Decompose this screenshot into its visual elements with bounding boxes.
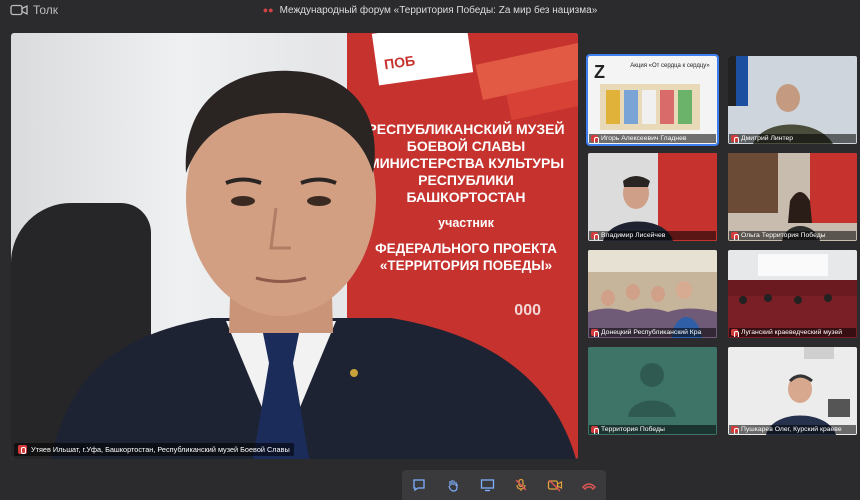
microphone-off-icon	[731, 329, 739, 337]
microphone-button[interactable]	[513, 477, 529, 493]
avatar-placeholder-icon	[628, 363, 676, 417]
camera-off-icon	[547, 479, 563, 492]
participant-tile[interactable]: Луганский краеведческий музей	[728, 250, 857, 338]
participant-label: Ольга Территория Победы	[729, 231, 856, 240]
microphone-off-icon	[731, 135, 739, 143]
participant-label: Пушкарев Олег, Курский краеве	[729, 425, 856, 434]
action-sign: Акция «От сердца к сердцу»	[630, 63, 710, 69]
meeting-title: Международный форум «Территория Победы: …	[279, 5, 598, 16]
video-frame	[728, 250, 857, 338]
participant-label: Игорь Алексеевич Гладнев	[589, 134, 716, 143]
speaker-silhouette	[51, 70, 576, 459]
microphone-off-icon	[591, 426, 599, 434]
handmade-cards	[600, 84, 700, 130]
participant-tile[interactable]: Владимир Лисейчев	[588, 153, 717, 241]
participant-label: Дмитрий Линтер	[729, 134, 856, 143]
participant-label: Владимир Лисейчев	[589, 231, 716, 240]
screen-share-icon	[480, 479, 494, 492]
hang-up-icon	[582, 483, 596, 490]
raise-hand-icon	[448, 480, 458, 492]
microphone-off-icon	[591, 329, 599, 337]
microphone-off-icon	[591, 232, 599, 240]
raise-hand-button[interactable]	[445, 477, 461, 493]
participant-tile[interactable]: Пушкарев Олег, Курский краеве	[728, 347, 857, 435]
participant-tile[interactable]: Ольга Территория Победы	[728, 153, 857, 241]
top-bar: Толк ●● Международный форум «Территория П…	[0, 0, 860, 22]
microphone-off-icon	[591, 135, 599, 143]
participant-label: Территория Победы	[589, 425, 716, 434]
main-speaker-video[interactable]: ПОБ РЕСПУБЛИКАНСКИЙ МУЗЕЙ БОЕВОЙ СЛАВЫ М…	[11, 33, 578, 459]
z-logo: Z	[594, 62, 605, 82]
screen-share-button[interactable]	[479, 477, 495, 493]
video-frame	[603, 153, 717, 241]
call-toolbar	[402, 470, 606, 500]
microphone-off-icon	[18, 445, 27, 454]
main-speaker-caption: Утяев Ильшат, г.Уфа, Башкортостан, Респу…	[14, 443, 294, 456]
camera-button[interactable]	[547, 477, 563, 493]
main-speaker-name: Утяев Ильшат, г.Уфа, Башкортостан, Респу…	[31, 445, 290, 454]
participant-tile[interactable]: Z Акция «От сердца к сердцу» Игорь Алекс…	[586, 54, 719, 146]
microphone-off-icon	[731, 426, 739, 434]
participant-label: Донецкий Республиканский Кра	[589, 328, 716, 337]
participant-tile[interactable]: Донецкий Республиканский Кра	[588, 250, 717, 338]
video-frame	[728, 56, 833, 144]
meeting-title-bar: ●● Международный форум «Территория Победы…	[0, 5, 860, 16]
participant-label: Луганский краеведческий музей	[729, 328, 856, 337]
chat-icon	[413, 479, 425, 492]
microphone-off-icon	[515, 478, 527, 491]
video-frame	[728, 153, 857, 241]
video-frame	[766, 347, 850, 435]
microphone-off-icon	[731, 232, 739, 240]
participant-tile[interactable]: Территория Победы	[588, 347, 717, 435]
hang-up-button[interactable]	[581, 477, 597, 493]
chat-button[interactable]	[411, 477, 427, 493]
recording-icon: ●●	[262, 5, 274, 15]
video-frame	[588, 250, 717, 338]
participant-tile[interactable]: Дмитрий Линтер	[728, 56, 857, 144]
